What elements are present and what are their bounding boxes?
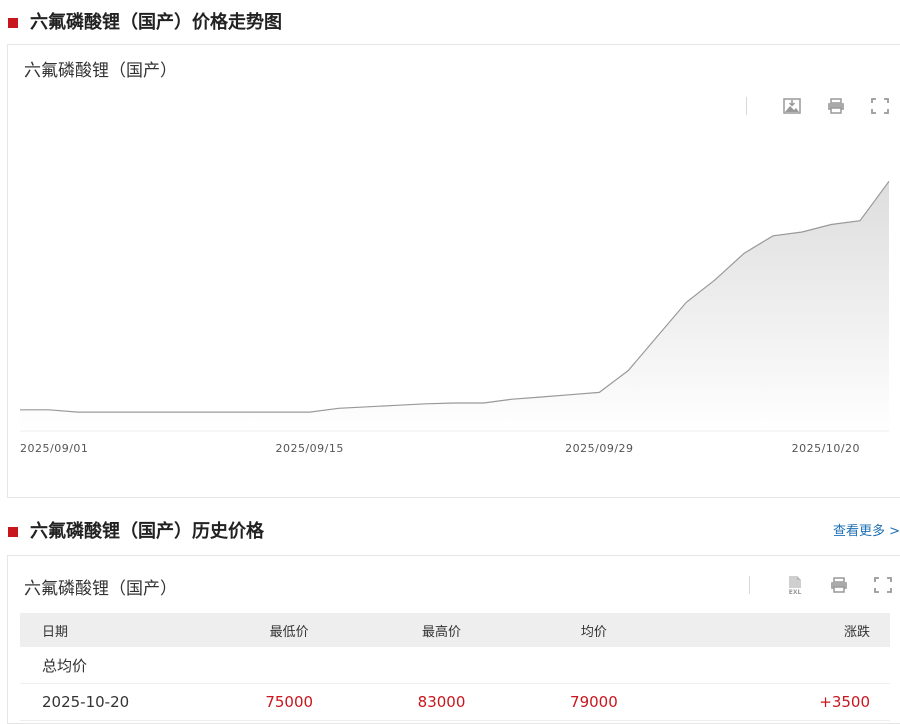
table-toolbar: EXL	[749, 574, 898, 596]
x-tick-label: 2025/09/01	[20, 442, 88, 455]
summary-label: 总均价	[20, 647, 213, 684]
table-header-row: 日期 最低价 最高价 均价 涨跌	[20, 613, 890, 647]
view-more-link[interactable]: 查看更多 >	[833, 518, 900, 546]
row-high: 83000	[365, 683, 518, 721]
price-history-table: 日期 最低价 最高价 均价 涨跌 总均价 2025-10-20 75000 83…	[20, 613, 890, 721]
row-avg: 79000	[517, 683, 671, 721]
x-tick-label: 2025/09/29	[565, 442, 633, 455]
trend-chart-panel: 六氟磷酸锂（国产） 2025/09/01 2025/09/15 2025/09/29…	[7, 44, 900, 498]
history-panel: 六氟磷酸锂（国产） EXL 日期 最低价 最高价 均价 涨跌 总均价 2025-…	[7, 555, 900, 724]
header-high[interactable]: 最高价	[365, 613, 518, 647]
x-tick-label: 2025/10/20	[792, 442, 860, 455]
section-marker	[8, 527, 18, 537]
x-axis-ticks: 2025/09/01 2025/09/15 2025/09/29 2025/10/20	[20, 442, 860, 455]
row-change: +3500	[670, 683, 890, 721]
plot-area	[20, 180, 890, 431]
price-trend-chart: 2025/09/01 2025/09/15 2025/09/29 2025/10/20	[20, 180, 890, 455]
row-low: 75000	[213, 683, 366, 721]
x-tick-label: 2025/09/15	[275, 442, 343, 455]
toolbar-divider	[749, 576, 750, 594]
excel-export-icon[interactable]: EXL	[780, 574, 810, 596]
summary-row: 总均价	[20, 647, 890, 684]
table-row: 2025-10-20 75000 83000 79000 +3500	[20, 683, 890, 721]
print-icon[interactable]	[824, 574, 854, 596]
header-low[interactable]: 最低价	[213, 613, 366, 647]
trend-section-title: 六氟磷酸锂（国产）价格走势图	[30, 12, 282, 33]
svg-text:EXL: EXL	[789, 589, 802, 595]
trend-section-header: 六氟磷酸锂（国产）价格走势图	[0, 9, 900, 37]
series-area	[20, 181, 889, 431]
header-date[interactable]: 日期	[20, 613, 213, 647]
header-avg[interactable]: 均价	[517, 613, 671, 647]
fullscreen-icon[interactable]	[868, 574, 898, 596]
header-change[interactable]: 涨跌	[670, 613, 890, 647]
row-date: 2025-10-20	[20, 683, 213, 721]
section-marker	[8, 18, 18, 28]
table-title: 六氟磷酸锂（国产）	[24, 579, 177, 599]
history-section-header: 六氟磷酸锂（国产）历史价格 查看更多 >	[0, 518, 900, 546]
history-section-title: 六氟磷酸锂（国产）历史价格	[30, 521, 264, 542]
